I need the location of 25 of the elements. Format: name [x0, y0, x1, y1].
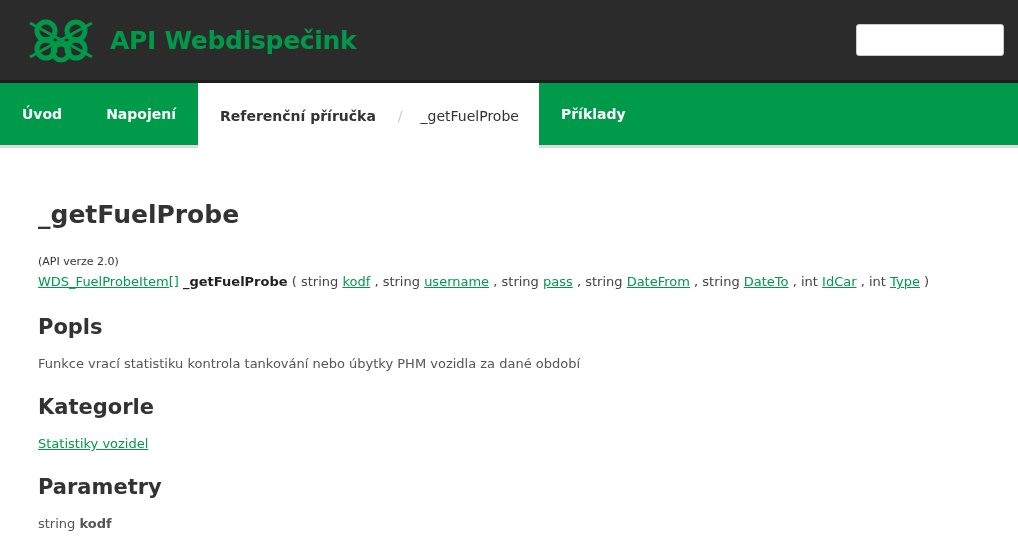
- nav-tab[interactable]: Napojení: [84, 83, 198, 145]
- type-link[interactable]: pass: [543, 274, 573, 289]
- type-link[interactable]: DateFrom: [626, 274, 690, 289]
- breadcrumb-current: _getFuelProbe: [420, 107, 519, 124]
- method-signature: WDS_FuelProbeItem[] _getFuelProbe ( string kodf , string username , string pass , string DateFrom , string DateTo , int IdCar , int Type ): [38, 274, 931, 289]
- type-link[interactable]: IdCar: [822, 274, 857, 289]
- type-link[interactable]: Type: [890, 274, 920, 289]
- section-heading: Popls: [38, 315, 104, 339]
- search-field[interactable]: [856, 24, 1004, 56]
- category-link[interactable]: Statistiky vozidel: [38, 436, 149, 451]
- nav-tab[interactable]: Referenční příručka / _getFuelProbe: [198, 83, 539, 148]
- site-title: API Webdispečink: [110, 25, 357, 55]
- nav-tab[interactable]: Příklady: [538, 83, 648, 145]
- section-text: string kodf: [38, 516, 113, 531]
- nav-tab[interactable]: Úvod: [0, 83, 85, 145]
- breadcrumb-separator: /: [397, 107, 403, 124]
- section-heading: Kategorle: [38, 395, 155, 419]
- page-title: _getFuelProbe: [38, 200, 241, 229]
- type-link[interactable]: DateTo: [743, 274, 789, 289]
- type-link[interactable]: WDS_FuelProbeItem[]: [38, 274, 179, 289]
- type-link[interactable]: kodf: [342, 274, 371, 289]
- type-link[interactable]: username: [424, 274, 490, 289]
- section-heading: Parametry: [38, 475, 163, 499]
- api-version: (API verze 2.0): [38, 255, 120, 268]
- section-text: Funkce vrací statistiku kontrola tankování nebo úbytky PHM vozidla za dané období: [38, 356, 582, 371]
